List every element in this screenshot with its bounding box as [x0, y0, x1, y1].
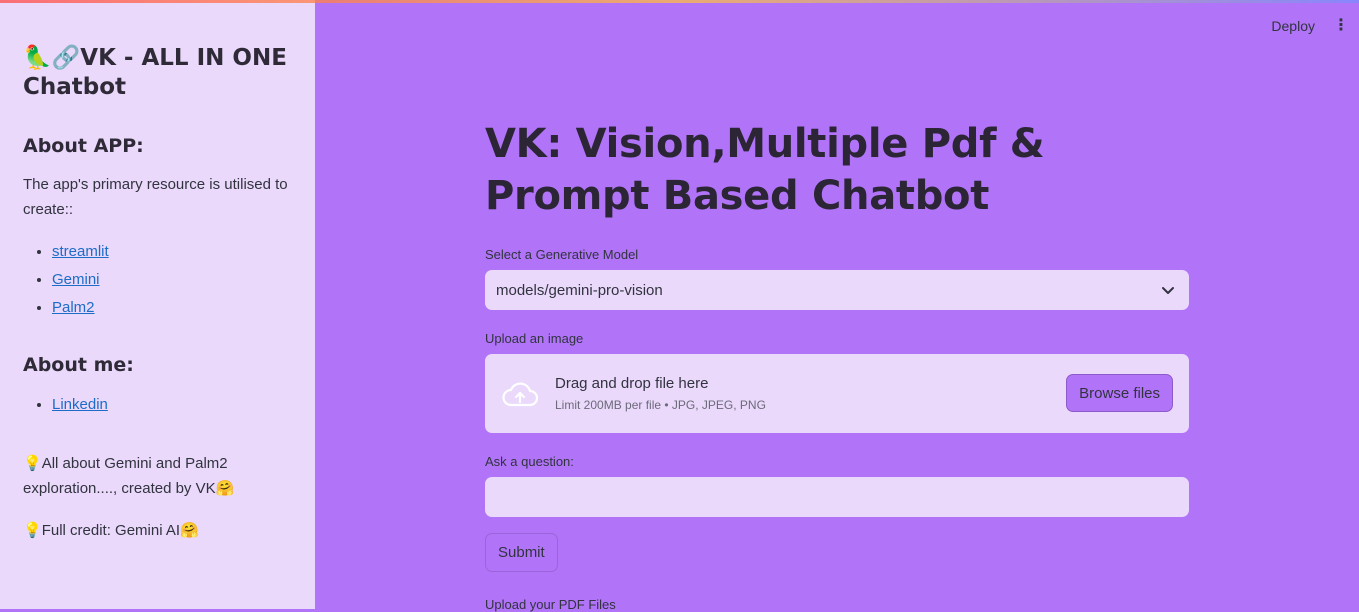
dropzone-text: Drag and drop file here Limit 200MB per … [555, 375, 766, 412]
deploy-button[interactable]: Deploy [1271, 18, 1315, 34]
about-me-heading: About me: [23, 354, 134, 376]
model-select-value: models/gemini-pro-vision [496, 281, 663, 299]
link-linkedin[interactable]: Linkedin [52, 396, 108, 413]
chevron-down-icon [1162, 287, 1174, 294]
list-item: Gemini [52, 266, 292, 294]
lightbulb-icon: 💡 [23, 455, 42, 472]
list-item: Linkedin [52, 391, 292, 419]
note-credit-text: Full credit: Gemini AI [41, 522, 181, 539]
link-palm2[interactable]: Palm2 [52, 299, 95, 316]
cloud-upload-icon [502, 381, 539, 406]
pdf-upload-label: Upload your PDF Files [485, 597, 616, 612]
submit-button[interactable]: Submit [485, 533, 558, 572]
link-streamlit[interactable]: streamlit [52, 243, 109, 260]
more-vertical-icon[interactable]: ⋮ [1333, 18, 1349, 34]
upload-image-label: Upload an image [485, 331, 584, 346]
note-gemini-palm: 💡All about Gemini and Palm2 exploration.… [23, 451, 292, 501]
model-select-label: Select a Generative Model [485, 247, 639, 262]
dropzone-limit: Limit 200MB per file • JPG, JPEG, PNG [555, 398, 766, 412]
about-me-links-list: Linkedin [23, 391, 292, 419]
app-title: 🦜🔗VK - ALL IN ONE Chatbot [23, 44, 292, 102]
app-title-emojis: 🦜🔗 [23, 45, 81, 71]
browse-files-button[interactable]: Browse files [1066, 374, 1173, 412]
image-dropzone[interactable]: Drag and drop file here Limit 200MB per … [485, 354, 1189, 433]
header-actions: Deploy ⋮ [1271, 18, 1349, 35]
sidebar: 🦜🔗VK - ALL IN ONE Chatbot About APP: The… [0, 0, 315, 609]
resource-links-list: streamlit Gemini Palm2 [23, 238, 292, 322]
note-credit: 💡Full credit: Gemini AI🤗 [23, 518, 292, 543]
hugging-face-icon: 🤗 [180, 522, 199, 539]
list-item: Palm2 [52, 294, 292, 322]
page-title: VK: Vision,Multiple Pdf & Prompt Based C… [485, 121, 1045, 219]
about-app-heading: About APP: [23, 135, 144, 157]
list-item: streamlit [52, 238, 292, 266]
model-select[interactable]: models/gemini-pro-vision [485, 270, 1189, 310]
question-input[interactable] [485, 477, 1189, 517]
top-decoration-bar [0, 0, 1359, 3]
hugging-face-icon: 🤗 [215, 480, 235, 497]
about-app-text: The app's primary resource is utilised t… [23, 176, 288, 218]
dropzone-instruction: Drag and drop file here [555, 375, 709, 392]
link-gemini[interactable]: Gemini [52, 271, 100, 288]
lightbulb-icon: 💡 [23, 522, 42, 539]
question-label: Ask a question: [485, 454, 574, 469]
note-gemini-palm-text: All about Gemini and Palm2 exploration..… [23, 455, 228, 497]
main-content: VK: Vision,Multiple Pdf & Prompt Based C… [485, 118, 1189, 612]
